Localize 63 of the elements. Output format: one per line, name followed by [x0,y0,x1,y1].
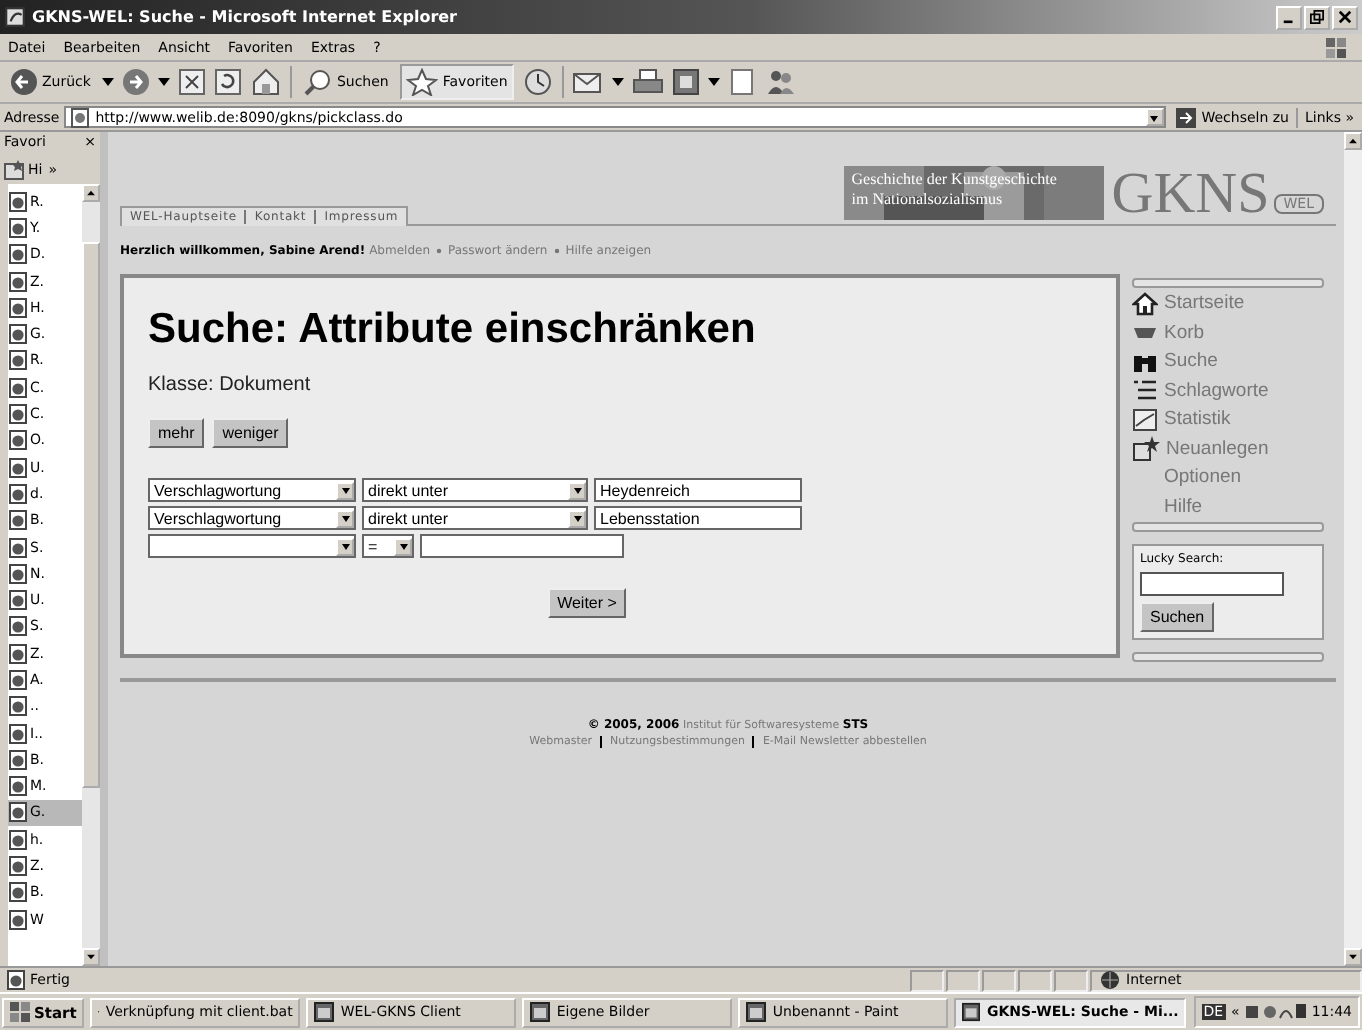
scroll-down-button[interactable] [1344,948,1362,966]
search-button[interactable]: Suchen [1140,602,1215,632]
windows-logo-icon [10,1002,30,1022]
search-field[interactable] [1140,572,1284,596]
restore-button[interactable] [1304,5,1330,29]
search-icon [304,68,333,96]
sparkle-page-icon [1132,435,1160,462]
status-panel [1018,969,1052,991]
line-chart-icon [1132,407,1158,432]
relation-select[interactable]: = [362,534,414,558]
page-heading: Suche: Attribute einschränken [148,306,758,354]
list-icon [1132,378,1158,403]
caret-icon[interactable] [707,78,720,86]
history-icon[interactable] [521,68,554,96]
value-field[interactable]: Heydenreich [594,478,802,502]
mail-icon[interactable] [571,68,604,96]
windows-logo-icon [1322,35,1350,59]
banner-text: Geschichte der Kunstgeschichte [851,170,1059,190]
globe-icon [1100,970,1120,990]
logo-text: GKNS [1111,166,1270,222]
attribute-select[interactable]: Verschlagwortung [148,478,356,502]
toggle-button[interactable]: weniger [212,418,289,448]
house-icon [1132,291,1158,316]
class-label: Klasse: Dokument [148,374,313,396]
minimize-button[interactable] [1276,5,1302,29]
relation-select[interactable]: direkt unter [362,506,588,530]
scrollbar[interactable] [82,184,100,966]
go-arrow-icon [1175,107,1196,127]
toggle-button[interactable]: mehr [148,418,205,448]
status-panel [946,969,980,991]
next-button[interactable]: Weiter > [547,588,627,618]
printer-icon[interactable] [631,68,664,96]
page-icon [69,107,90,127]
caret-icon[interactable] [158,78,171,86]
value-field[interactable]: Lebensstation [594,506,802,530]
caret-icon[interactable] [102,78,115,86]
scroll-up-button[interactable] [1344,132,1362,150]
edit-icon[interactable] [671,68,700,96]
scroll-up-button[interactable] [82,184,100,202]
bullet-icon [553,247,560,253]
scrollbar[interactable] [1344,132,1362,966]
close-icon [1338,10,1352,24]
attribute-select[interactable] [148,534,356,558]
relation-select[interactable]: direkt unter [362,478,588,502]
note-icon[interactable] [727,68,756,96]
bullet-icon [436,247,442,253]
status-panel [982,969,1016,991]
messenger-icon[interactable] [763,68,796,96]
home-icon[interactable] [250,68,283,96]
banner-text: im Nationalsozialismus [851,190,1005,210]
refresh-icon[interactable] [214,68,243,96]
scroll-down-button[interactable] [82,948,100,966]
value-field[interactable] [420,534,624,558]
tray-icons-drawing [1245,1002,1306,1022]
status-panel [910,969,944,991]
attribute-select[interactable]: Verschlagwortung [148,506,356,530]
stop-icon[interactable] [178,68,207,96]
caret-icon[interactable] [611,78,624,86]
browser-icon [4,6,26,28]
window-title: GKNS-WEL: Suche - Microsoft Internet Explorer [32,8,460,26]
close-button[interactable] [1332,5,1358,29]
star-icon [406,68,439,96]
restore-icon [1310,10,1324,24]
